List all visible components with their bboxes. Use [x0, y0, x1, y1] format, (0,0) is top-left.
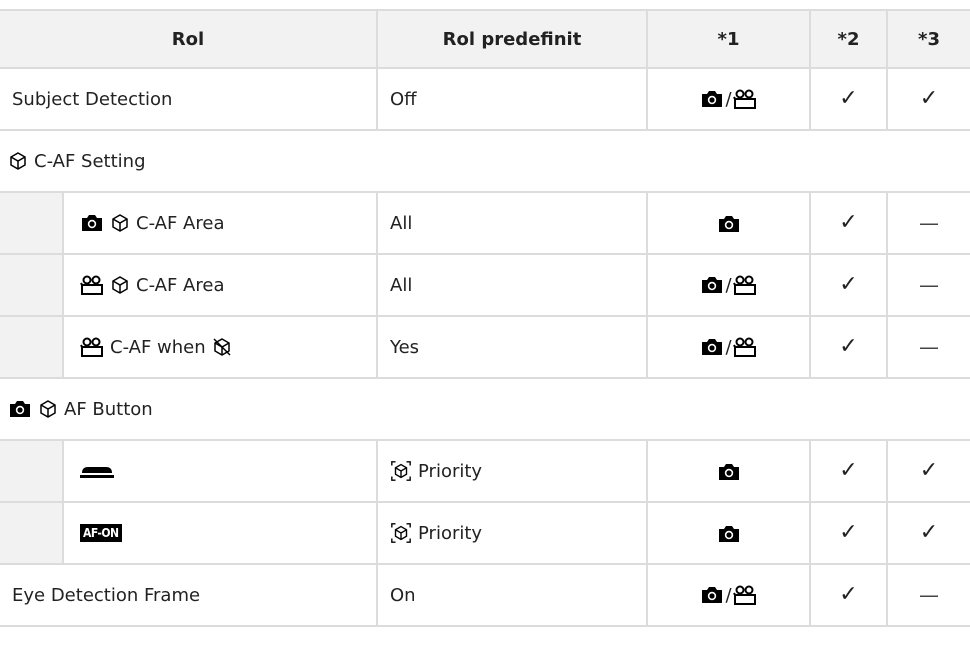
mode-cell: / [646, 67, 811, 131]
dash-mark: — [886, 253, 970, 317]
row-value: All [376, 191, 648, 255]
row-value: Priority [418, 522, 483, 544]
header-rol: Rol [0, 9, 378, 69]
subject-off-icon [212, 337, 232, 357]
row-value: Off [376, 67, 648, 131]
camera-icon [80, 213, 104, 233]
af-on-button-icon: AF-ON [80, 524, 122, 542]
check-mark: ✓ [809, 501, 888, 565]
indent-cell [0, 193, 64, 253]
table-row: C-AF Area All ✓ — [0, 191, 970, 255]
video-icon [733, 89, 757, 109]
indent-cell [0, 503, 64, 563]
video-icon [733, 337, 757, 357]
check-mark: ✓ [809, 253, 888, 317]
table-header-row: Rol Rol predefinit *1 *2 *3 [0, 9, 970, 69]
camera-icon [717, 524, 741, 544]
check-mark: ✓ [809, 315, 888, 379]
header-note2: *2 [809, 9, 888, 69]
header-note1: *1 [646, 9, 811, 69]
table-row: Subject Detection Off / ✓ ✓ [0, 67, 970, 131]
table-row: C-AF Area All / ✓ — [0, 253, 970, 317]
camera-icon [700, 89, 724, 109]
subject-icon [110, 275, 130, 295]
row-value: Priority [418, 460, 483, 482]
check-mark: ✓ [886, 439, 970, 503]
check-mark: ✓ [809, 67, 888, 131]
row-value: All [376, 253, 648, 317]
row-label: Subject Detection [0, 67, 378, 131]
subject-frame-icon [390, 460, 412, 482]
camera-icon [8, 399, 32, 419]
subject-frame-icon [390, 522, 412, 544]
camera-icon [700, 275, 724, 295]
row-label: C-AF Area [136, 274, 225, 296]
camera-icon [700, 585, 724, 605]
dash-mark: — [886, 563, 970, 627]
slash: / [725, 88, 732, 110]
check-mark: ✓ [886, 67, 970, 131]
header-note3: *3 [886, 9, 970, 69]
subject-icon [38, 399, 58, 419]
section-row: AF Button [0, 377, 970, 441]
header-rol-predefinit: Rol predefinit [376, 9, 648, 69]
row-value: Yes [376, 315, 648, 379]
video-icon [80, 337, 104, 357]
table-row: AF-ON Priority ✓ ✓ [0, 501, 970, 565]
dash-mark: — [886, 191, 970, 255]
indent-cell [0, 441, 64, 501]
section-row: C-AF Setting [0, 129, 970, 193]
video-icon [733, 585, 757, 605]
subject-icon [110, 213, 130, 233]
camera-icon [700, 337, 724, 357]
check-mark: ✓ [809, 563, 888, 627]
table-row: Eye Detection Frame On / ✓ — [0, 563, 970, 627]
camera-icon [717, 462, 741, 482]
video-icon [80, 275, 104, 295]
video-icon [733, 275, 757, 295]
indent-cell [0, 255, 64, 315]
check-mark: ✓ [809, 191, 888, 255]
indent-cell [0, 317, 64, 377]
row-label: C-AF Area [136, 212, 225, 234]
table-row: C-AF when Yes / ✓ — [0, 315, 970, 379]
check-mark: ✓ [809, 439, 888, 503]
section-label: C-AF Setting [34, 150, 146, 172]
check-mark: ✓ [886, 501, 970, 565]
section-label: AF Button [64, 398, 153, 420]
shutter-button-icon [80, 467, 114, 478]
dash-mark: — [886, 315, 970, 379]
subject-icon [8, 151, 28, 171]
row-label: C-AF when [110, 336, 206, 358]
row-value: On [376, 563, 648, 627]
row-label: Eye Detection Frame [0, 563, 378, 627]
camera-icon [717, 214, 741, 234]
table-row: Priority ✓ ✓ [0, 439, 970, 503]
settings-table: Rol Rol predefinit *1 *2 *3 Subject Dete… [0, 9, 970, 627]
